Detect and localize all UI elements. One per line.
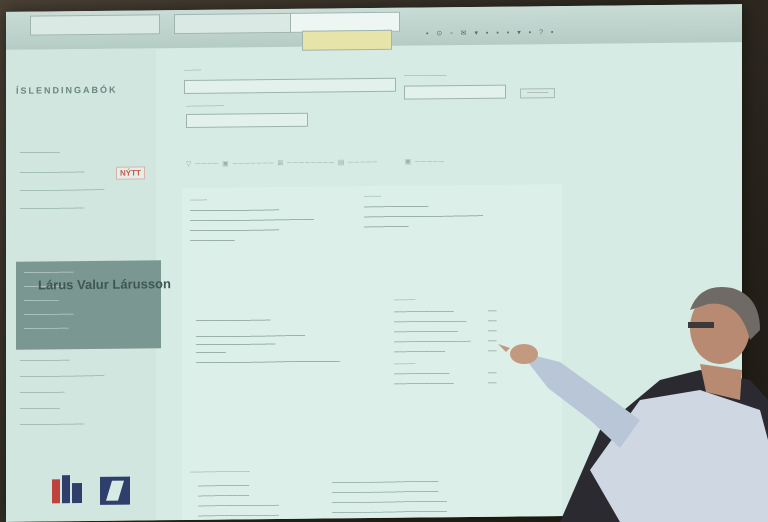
child-year: ── (488, 308, 497, 315)
browser-tab[interactable] (174, 12, 294, 35)
child-year: ── (488, 318, 497, 325)
child-name[interactable]: ─────────────── (394, 329, 458, 336)
descendant-info: ─────────────────────────── (332, 499, 447, 507)
select-field[interactable] (186, 112, 308, 128)
section-label: ───── (394, 297, 416, 304)
parent-info: ──────────────────────── (364, 212, 484, 222)
projected-screen: ▪ ⊙ ▫ ✉ ▾ ▪ ▪ ▪ ▾ ▪ ? ▪ ÍSLENDINGABÓK ──… (6, 4, 742, 522)
descendant-info: ───────────────────────── (332, 479, 439, 487)
search-input[interactable] (184, 77, 396, 94)
child-year: ── (488, 338, 497, 345)
parent-info: ───────── (190, 237, 235, 245)
descendant-name[interactable]: ──────────── (198, 483, 249, 490)
action-icons[interactable]: ▽ ──── ▣ ─────── ⊠ ──────── ▤ ───── ▣ ──… (186, 157, 445, 168)
parent-info: ───────── (364, 223, 409, 232)
browser-toolbar: ▪ ⊙ ▫ ✉ ▾ ▪ ▪ ▪ ▾ ▪ ? ▪ (426, 29, 557, 38)
parent-info: ────────────────── (190, 226, 280, 235)
sibling-name[interactable]: ────────────── (394, 381, 454, 388)
person-name: Lárus Valur Lárusson (38, 276, 171, 293)
sidebar-link[interactable]: ───────── (20, 389, 65, 396)
search-input[interactable] (404, 84, 506, 100)
person-detail: ─────────────── (196, 317, 271, 325)
sibling-year: ── (488, 380, 497, 387)
search-button[interactable]: ───── (520, 88, 556, 99)
descendant-info: ───────────────────────── (332, 489, 439, 497)
descendant-info: ─────────────────────────── (332, 509, 447, 517)
parent-name[interactable]: ────────────────── (190, 207, 279, 215)
descendant-name[interactable]: ──────────── (198, 493, 249, 500)
child-name[interactable]: ──────────── (394, 349, 445, 356)
sidebar-link[interactable]: ───────────── (20, 421, 84, 429)
section-label: ──── (190, 197, 208, 204)
person-detail: ────── (196, 349, 226, 357)
sibling-year: ── (488, 370, 497, 377)
sidebar-link[interactable]: ──────── (20, 405, 60, 412)
descendant-name[interactable]: ─────────────────── (198, 503, 279, 510)
child-name[interactable]: ────────────── (394, 309, 454, 316)
child-name[interactable]: ───────────────── (394, 319, 466, 326)
sidebar-nav-block: ────────── ──────── ─────── ────────── ─… (16, 260, 161, 350)
person-detail: ────────────────────── (196, 332, 306, 341)
browser-tab[interactable] (30, 14, 160, 36)
child-year: ── (488, 328, 497, 335)
field-label: ───────── (186, 103, 225, 110)
main-content: ──── ────────── ───── ───────── ▽ ──── ▣… (164, 42, 742, 522)
partner-logos (50, 472, 136, 514)
child-name[interactable]: ────────────────── (394, 339, 471, 346)
section-label: ──── (364, 193, 382, 201)
field-label: ────────── (404, 73, 447, 80)
partner-logo-icon (52, 475, 130, 505)
content-pane: ──── ────────────────── ────────────────… (182, 184, 562, 522)
sidebar-link[interactable]: ───────────── (20, 169, 84, 177)
person-detail: ──────────────── (196, 341, 276, 349)
parent-info: ───────────────────────── (190, 216, 314, 225)
person-detail: ───────────────────────────── (196, 358, 340, 367)
parent-name[interactable]: ───────────── (364, 203, 428, 211)
sibling-name[interactable]: ───────────── (394, 371, 449, 378)
site-logo[interactable]: ÍSLENDINGABÓK (16, 85, 118, 96)
child-year: ── (488, 348, 497, 355)
new-badge: NÝTT (116, 166, 145, 180)
sidebar-link[interactable]: ────────── (20, 357, 70, 365)
sidebar-link[interactable]: ───────────── (20, 205, 84, 213)
section-label: ───── (394, 361, 416, 368)
sidebar-link[interactable]: ───────────────── (20, 187, 104, 195)
descendant-name[interactable]: ─────────────────── (198, 513, 279, 520)
section-label: ────────────── (190, 469, 250, 476)
sidebar-link[interactable]: ───────────────── (20, 373, 104, 381)
field-label: ──── (184, 67, 202, 74)
sidebar-link[interactable]: ──────── (20, 149, 60, 156)
